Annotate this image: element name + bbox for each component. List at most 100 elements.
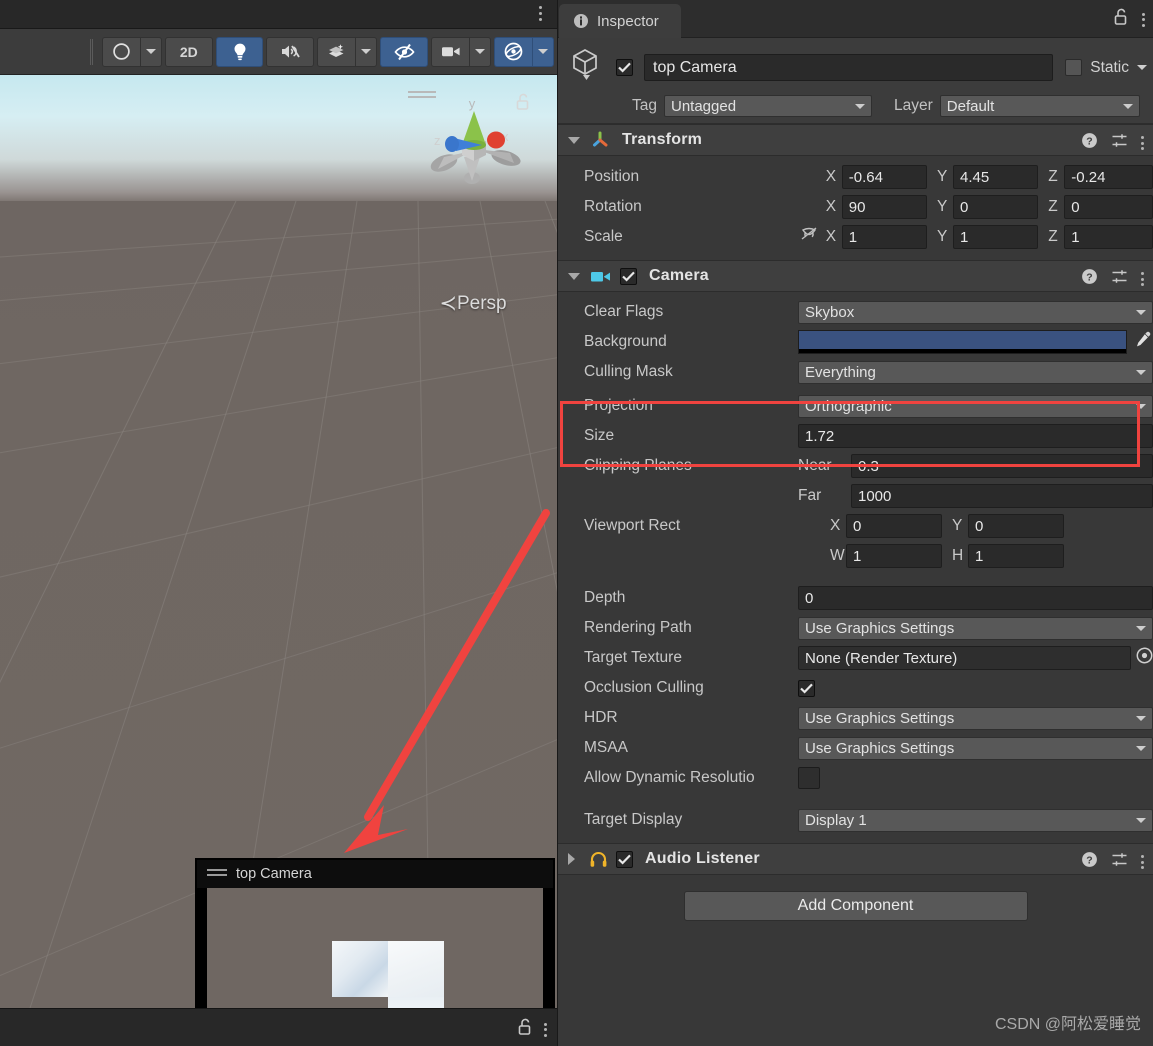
scale-label: Scale xyxy=(584,228,623,245)
position-x-value: -0.64 xyxy=(848,168,883,186)
clipping-planes-far-row: Far 1000 xyxy=(558,481,1153,511)
scene-bottom-kebab-menu-icon[interactable] xyxy=(544,1022,547,1037)
rotation-x-field[interactable]: 90 xyxy=(841,195,928,219)
component-header-transform[interactable]: Transform ? xyxy=(558,124,1153,156)
allow-dynamic-resolution-row: Allow Dynamic Resolutio xyxy=(558,763,1153,793)
hdr-dropdown[interactable]: Use Graphics Settings xyxy=(798,706,1153,730)
scale-x-label: X xyxy=(825,228,837,245)
gizmos-toggle[interactable] xyxy=(494,36,532,67)
culling-mask-dropdown[interactable]: Everything xyxy=(798,360,1153,384)
gizmos-caret[interactable] xyxy=(532,36,554,67)
transform-preset-icon[interactable] xyxy=(1111,132,1128,154)
cube-icon[interactable] xyxy=(570,47,616,88)
unity-editor-window: 2D y x z ≺Persp top Camera Inspector top… xyxy=(0,0,1153,1046)
fx-caret[interactable] xyxy=(355,36,378,67)
tag-dropdown[interactable]: Untagged xyxy=(664,95,872,117)
scale-link-off-icon[interactable] xyxy=(798,226,826,248)
camera-preview-grip-icon[interactable] xyxy=(207,869,227,879)
far-field[interactable]: 1000 xyxy=(851,484,1153,508)
hidden-objects-toggle[interactable] xyxy=(380,36,428,67)
depth-field[interactable]: 0 xyxy=(798,586,1153,610)
object-picker-icon[interactable] xyxy=(1136,647,1153,669)
camera-foldout-icon[interactable] xyxy=(568,272,580,280)
rendering-path-dropdown[interactable]: Use Graphics Settings xyxy=(798,616,1153,640)
size-value: 1.72 xyxy=(805,427,835,445)
viewport-w-field[interactable]: 1 xyxy=(846,544,942,568)
audio-listener-foldout-icon[interactable] xyxy=(568,853,575,865)
target-texture-value: None (Render Texture) xyxy=(805,649,958,667)
size-field[interactable]: 1.72 xyxy=(798,424,1153,448)
target-display-dropdown[interactable]: Display 1 xyxy=(798,808,1153,832)
camera-enabled-checkbox[interactable] xyxy=(620,267,637,285)
allow-dynamic-resolution-checkbox[interactable] xyxy=(798,767,820,789)
viewport-x-label: X xyxy=(830,517,841,534)
scene-tab-bar xyxy=(0,0,557,29)
chevron-down-icon xyxy=(1136,370,1146,375)
layer-dropdown[interactable]: Default xyxy=(939,95,1140,117)
near-field[interactable]: 0.3 xyxy=(851,454,1153,478)
position-y-field[interactable]: 4.45 xyxy=(953,165,1039,189)
gizmo-lock-icon[interactable] xyxy=(515,93,530,116)
component-header-camera[interactable]: Camera ? xyxy=(558,260,1153,292)
occlusion-culling-checkbox[interactable] xyxy=(798,679,815,697)
scene-lighting-toggle[interactable] xyxy=(215,36,264,67)
viewport-x-field[interactable]: 0 xyxy=(846,514,942,538)
camera-settings-caret[interactable] xyxy=(469,36,491,67)
2d-toggle[interactable]: 2D xyxy=(164,36,213,67)
tab-inspector[interactable]: Inspector xyxy=(559,4,681,38)
viewport-h-field[interactable]: 1 xyxy=(968,544,1064,568)
rotation-y-field[interactable]: 0 xyxy=(953,195,1039,219)
position-x-field[interactable]: -0.64 xyxy=(841,165,928,189)
target-texture-row: Target Texture None (Render Texture) xyxy=(558,643,1153,673)
padlock-open-icon[interactable] xyxy=(517,1018,532,1041)
camera-preview-title-text: top Camera xyxy=(236,866,312,882)
scene-orientation-gizmo[interactable]: y x z xyxy=(398,83,548,213)
background-color-swatch[interactable] xyxy=(798,330,1127,354)
chevron-down-icon xyxy=(145,49,156,54)
gameobject-name-field[interactable]: top Camera xyxy=(644,54,1054,81)
scene-kebab-menu-icon[interactable] xyxy=(533,6,547,24)
static-dropdown-caret-icon[interactable] xyxy=(1137,65,1147,70)
scene-projection-label[interactable]: ≺Persp xyxy=(398,291,548,316)
camera-preset-icon[interactable] xyxy=(1111,268,1128,290)
projection-dropdown[interactable]: Orthographic xyxy=(798,394,1153,418)
clear-flags-dropdown[interactable]: Skybox xyxy=(798,300,1153,324)
rotation-z-field[interactable]: 0 xyxy=(1064,195,1153,219)
transform-help-icon[interactable]: ? xyxy=(1081,132,1098,154)
audio-listener-help-icon[interactable]: ? xyxy=(1081,851,1098,873)
inspector-kebab-menu-icon[interactable] xyxy=(1142,12,1145,27)
viewport-w-value: 1 xyxy=(853,547,862,565)
audio-toggle[interactable] xyxy=(266,36,315,67)
component-header-audio-listener[interactable]: Audio Listener ? xyxy=(558,843,1153,875)
fx-dropdown[interactable] xyxy=(317,36,356,67)
eyedropper-icon[interactable] xyxy=(1134,330,1153,354)
static-checkbox[interactable] xyxy=(1065,59,1083,76)
scale-z-field[interactable]: 1 xyxy=(1064,225,1153,249)
scale-x-field[interactable]: 1 xyxy=(841,225,928,249)
gizmo-drag-handle[interactable] xyxy=(408,91,436,101)
viewport-x-value: 0 xyxy=(853,517,862,535)
camera-help-icon[interactable]: ? xyxy=(1081,268,1098,290)
transform-kebab-menu-icon[interactable] xyxy=(1141,136,1144,150)
viewport-y-field[interactable]: 0 xyxy=(968,514,1064,538)
audio-listener-enabled-checkbox[interactable] xyxy=(616,850,633,868)
viewport-h-label: H xyxy=(952,547,964,564)
draw-mode-caret[interactable] xyxy=(139,36,162,67)
add-component-button[interactable]: Add Component xyxy=(683,891,1028,921)
projection-label: Projection xyxy=(584,397,653,414)
camera-kebab-menu-icon[interactable] xyxy=(1141,272,1144,286)
persp-arrow-icon: ≺ xyxy=(439,292,457,315)
camera-settings-dropdown[interactable] xyxy=(431,36,469,67)
draw-mode-dropdown[interactable] xyxy=(101,36,140,67)
inspector-lock-icon[interactable] xyxy=(1113,8,1128,31)
target-texture-field[interactable]: None (Render Texture) xyxy=(798,646,1131,670)
audio-listener-kebab-menu-icon[interactable] xyxy=(1141,855,1144,869)
position-z-field[interactable]: -0.24 xyxy=(1064,165,1153,189)
audio-listener-preset-icon[interactable] xyxy=(1111,851,1128,873)
scene-viewport[interactable]: y x z ≺Persp top Camera xyxy=(0,75,557,1008)
msaa-dropdown[interactable]: Use Graphics Settings xyxy=(798,736,1153,760)
scale-y-field[interactable]: 1 xyxy=(953,225,1039,249)
gameobject-enabled-checkbox[interactable] xyxy=(616,59,633,76)
scale-y-label: Y xyxy=(937,228,948,245)
transform-foldout-icon[interactable] xyxy=(568,136,580,144)
